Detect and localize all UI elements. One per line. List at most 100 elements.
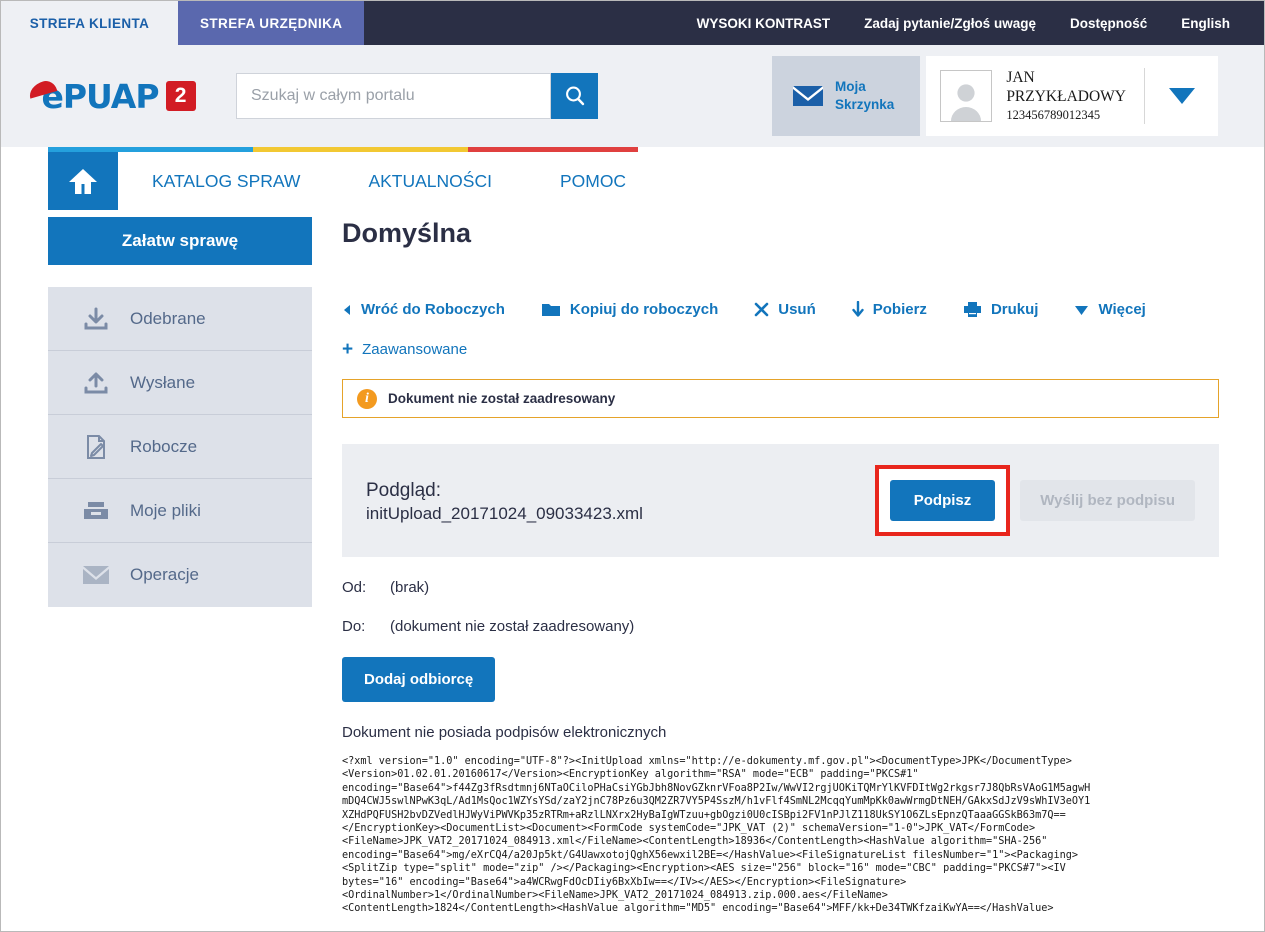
sidebar-item-robocze[interactable]: Robocze	[48, 415, 312, 479]
info-icon: i	[357, 389, 377, 409]
folder-icon	[541, 302, 561, 318]
toolbar-wiecej[interactable]: Więcej	[1074, 301, 1145, 318]
tray-icon	[82, 499, 110, 523]
from-value: (brak)	[390, 579, 429, 596]
sidebar-item-moje-pliki-label: Moje pliki	[130, 501, 201, 521]
search-box	[236, 73, 598, 119]
tab-strefa-urzednika[interactable]: STREFA URZĘDNIKA	[178, 1, 364, 45]
toolbar-drukuj[interactable]: Drukuj	[963, 301, 1039, 318]
download-icon	[82, 307, 110, 331]
page-title: Domyślna	[342, 218, 1219, 249]
envelope-icon	[792, 84, 824, 108]
user-name: JAN PRZYKŁADOWY 123456789012345	[992, 69, 1144, 123]
sidebar-item-moje-pliki[interactable]: Moje pliki	[48, 479, 312, 543]
advanced-label: Zaawansowane	[362, 341, 467, 358]
main-nav: KATALOG SPRAW AKTUALNOŚCI POMOC	[48, 152, 660, 210]
user-first-name: JAN	[1006, 69, 1126, 88]
preview-label: Podgląd:	[366, 477, 643, 505]
site-header: ePUAP 2 Moja Skrzynka	[1, 45, 1264, 147]
tab-strefa-urzednika-label: STREFA URZĘDNIKA	[200, 16, 342, 31]
mailbox-line1: Moja	[835, 78, 894, 96]
toolbar-usun-label: Usuń	[778, 301, 816, 318]
back-arrow-icon	[342, 304, 352, 316]
avatar	[940, 70, 992, 122]
main-nav-wrapper: KATALOG SPRAW AKTUALNOŚCI POMOC	[1, 147, 1264, 217]
mailbox-label: Moja Skrzynka	[835, 78, 894, 114]
toolbar-wroc-label: Wróć do Roboczych	[361, 301, 505, 318]
link-english[interactable]: English	[1181, 16, 1230, 31]
sidebar-item-robocze-label: Robocze	[130, 437, 197, 457]
link-zadaj-pytanie[interactable]: Zadaj pytanie/Zgłoś uwagę	[864, 16, 1036, 31]
to-label: Do:	[342, 618, 390, 635]
alert-banner: i Dokument nie został zaadresowany	[342, 379, 1219, 418]
alert-text: Dokument nie został zaadresowany	[388, 391, 615, 406]
nav-aktualnosci[interactable]: AKTUALNOŚCI	[334, 152, 526, 210]
from-label: Od:	[342, 579, 390, 596]
tab-strefa-klienta-label: STREFA KLIENTA	[30, 16, 150, 31]
user-avatar-icon	[944, 79, 988, 121]
chevron-down-icon	[1169, 88, 1195, 104]
sidebar-item-odebrane-label: Odebrane	[130, 309, 206, 329]
sign-button[interactable]: Podpisz	[890, 480, 996, 521]
toolbar-pobierz[interactable]: Pobierz	[852, 301, 927, 318]
upload-icon	[82, 371, 110, 395]
draft-edit-icon	[82, 434, 110, 460]
search-input[interactable]	[236, 73, 551, 119]
from-row: Od: (brak)	[342, 579, 1219, 596]
user-id: 123456789012345	[1006, 106, 1126, 123]
toolbar-pobierz-label: Pobierz	[873, 301, 927, 318]
top-utility-bar: STREFA KLIENTA STREFA URZĘDNIKA WYSOKI K…	[1, 1, 1264, 45]
send-unsigned-button: Wyślij bez podpisu	[1020, 480, 1195, 521]
user-menu-button[interactable]	[1144, 68, 1218, 124]
triangle-down-icon	[1074, 304, 1089, 316]
document-toolbar: Wróć do Roboczych Kopiuj do roboczych Us…	[342, 301, 1219, 318]
mailbox-button[interactable]: Moja Skrzynka	[772, 56, 920, 136]
plus-icon: +	[342, 340, 353, 359]
printer-icon	[963, 301, 982, 318]
search-icon	[563, 84, 587, 108]
preview-file-name: initUpload_20171024_09033423.xml	[366, 504, 643, 524]
toolbar-drukuj-label: Drukuj	[991, 301, 1039, 318]
toolbar-wiecej-label: Więcej	[1098, 301, 1145, 318]
nav-katalog-spraw[interactable]: KATALOG SPRAW	[118, 152, 334, 210]
user-box: JAN PRZYKŁADOWY 123456789012345	[926, 56, 1218, 136]
epuap-logo-wordmark: ePUAP	[41, 77, 158, 116]
link-wysoki-kontrast[interactable]: WYSOKI KONTRAST	[697, 16, 831, 31]
user-last-name: PRZYKŁADOWY	[1006, 88, 1126, 107]
content-area: Załatw sprawę Odebrane	[1, 217, 1264, 916]
sidebar-item-operacje[interactable]: Operacje	[48, 543, 312, 607]
toolbar-wroc-do-roboczych[interactable]: Wróć do Roboczych	[342, 301, 505, 318]
toolbar-kopiuj-label: Kopiuj do roboczych	[570, 301, 718, 318]
to-value: (dokument nie został zaadresowany)	[390, 618, 634, 635]
top-links: WYSOKI KONTRAST Zadaj pytanie/Zgłoś uwag…	[697, 1, 1264, 45]
sign-button-highlight: Podpisz	[875, 465, 1011, 536]
epuap-logo[interactable]: ePUAP 2	[1, 77, 236, 116]
tab-strefa-klienta[interactable]: STREFA KLIENTA	[1, 1, 178, 45]
add-recipient-button[interactable]: Dodaj odbiorcę	[342, 657, 495, 702]
download-arrow-icon	[852, 301, 864, 318]
preview-info: Podgląd: initUpload_20171024_09033423.xm…	[366, 477, 643, 525]
epuap-logo-badge: 2	[166, 81, 196, 111]
link-dostepnosc[interactable]: Dostępność	[1070, 16, 1147, 31]
epuap-logo-text: ePUAP	[41, 77, 158, 116]
sidebar-item-odebrane[interactable]: Odebrane	[48, 287, 312, 351]
home-icon	[67, 165, 99, 197]
sidebar: Załatw sprawę Odebrane	[48, 217, 312, 916]
to-row: Do: (dokument nie został zaadresowany)	[342, 618, 1219, 635]
preview-panel: Podgląd: initUpload_20171024_09033423.xm…	[342, 444, 1219, 557]
envelope-icon	[82, 564, 110, 586]
preview-actions: Podpisz Wyślij bez podpisu	[875, 465, 1195, 536]
zalatw-sprawe-button[interactable]: Załatw sprawę	[48, 217, 312, 265]
nav-pomoc[interactable]: POMOC	[526, 152, 660, 210]
epuap-page: STREFA KLIENTA STREFA URZĘDNIKA WYSOKI K…	[0, 0, 1265, 932]
sidebar-item-operacje-label: Operacje	[130, 565, 199, 585]
sidebar-item-wyslane-label: Wysłane	[130, 373, 195, 393]
toolbar-usun[interactable]: Usuń	[754, 301, 816, 318]
search-button[interactable]	[551, 73, 598, 119]
home-button[interactable]	[48, 152, 118, 210]
toolbar-kopiuj-do-roboczych[interactable]: Kopiuj do roboczych	[541, 301, 718, 318]
close-x-icon	[754, 302, 769, 317]
sidebar-item-wyslane[interactable]: Wysłane	[48, 351, 312, 415]
advanced-toggle[interactable]: + Zaawansowane	[342, 340, 467, 359]
main-panel: Domyślna Wróć do Roboczych Kopiuj do rob…	[312, 217, 1264, 916]
